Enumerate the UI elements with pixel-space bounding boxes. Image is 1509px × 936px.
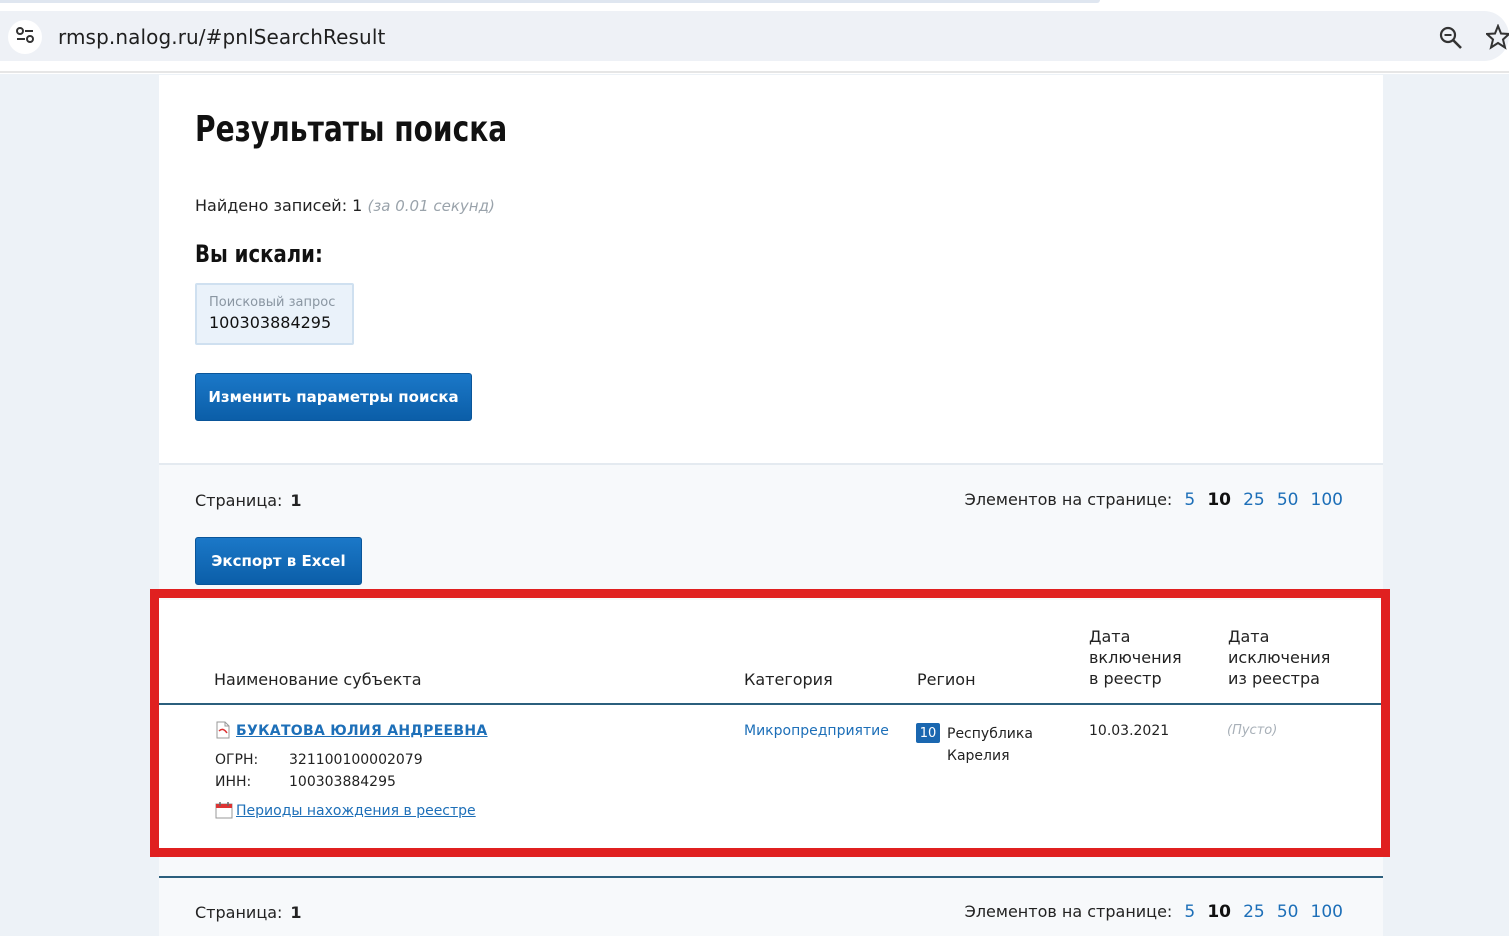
company-name-link[interactable]: БУКАТОВА ЮЛИЯ АНДРЕЕВНА bbox=[236, 723, 488, 739]
table-header-divider bbox=[159, 703, 1381, 705]
query-chip: Поисковый запрос 100303884295 bbox=[195, 283, 354, 345]
per-page-25[interactable]: 25 bbox=[1243, 490, 1265, 510]
results-area: Страница: 1 Элементов на странице: 5 10 2… bbox=[159, 463, 1383, 936]
you-searched-heading: Вы искали: bbox=[195, 240, 323, 268]
found-count: Найдено записей: 1 (за 0.01 секунд) bbox=[195, 196, 495, 215]
omnibox[interactable]: rmsp.nalog.ru/#pnlSearchResult bbox=[0, 11, 1509, 61]
pager-top: Страница: 1 bbox=[195, 491, 302, 510]
url-text[interactable]: rmsp.nalog.ru/#pnlSearchResult bbox=[58, 25, 385, 49]
page-number-bottom: 1 bbox=[290, 903, 302, 922]
pager-bottom: Страница: 1 bbox=[195, 903, 302, 922]
page-label: Страница: bbox=[195, 491, 283, 510]
per-page-50-bottom[interactable]: 50 bbox=[1277, 902, 1299, 922]
region-line-1: Республика bbox=[947, 726, 1033, 742]
th-region[interactable]: Регион bbox=[917, 669, 976, 690]
per-page-5-bottom[interactable]: 5 bbox=[1184, 902, 1195, 922]
change-search-button[interactable]: Изменить параметры поиска bbox=[195, 373, 472, 421]
found-label: Найдено записей: 1 bbox=[195, 196, 363, 215]
th-date-out[interactable]: Дата исключения из реестра bbox=[1228, 626, 1330, 689]
per-page-5[interactable]: 5 bbox=[1184, 490, 1195, 510]
th-date-out-3: из реестра bbox=[1228, 669, 1320, 688]
per-page-top: Элементов на странице: 5 10 25 50 100 bbox=[965, 490, 1343, 510]
region-line-2: Карелия bbox=[947, 748, 1010, 764]
registry-periods-link[interactable]: Периоды нахождения в реестре bbox=[236, 803, 476, 819]
per-page-label-bottom: Элементов на странице: bbox=[964, 902, 1173, 921]
query-value: 100303884295 bbox=[209, 313, 332, 332]
th-date-in-1: Дата bbox=[1089, 627, 1131, 646]
query-label: Поисковый запрос bbox=[209, 295, 336, 310]
inn-row: ИНН: 100303884295 bbox=[215, 774, 396, 790]
table-bottom-divider bbox=[159, 876, 1383, 878]
ogrn-label: ОГРН: bbox=[215, 752, 259, 768]
region-name: Республика Карелия bbox=[947, 723, 1047, 767]
th-date-in[interactable]: Дата включения в реестр bbox=[1089, 626, 1182, 689]
bookmark-star-icon[interactable] bbox=[1484, 23, 1509, 54]
inn-value: 100303884295 bbox=[289, 774, 396, 790]
th-name[interactable]: Наименование субъекта bbox=[214, 669, 422, 690]
export-excel-button[interactable]: Экспорт в Excel bbox=[195, 537, 362, 585]
category-link[interactable]: Микропредприятие bbox=[744, 723, 889, 739]
per-page-25-bottom[interactable]: 25 bbox=[1243, 902, 1265, 922]
th-category[interactable]: Категория bbox=[744, 669, 833, 690]
per-page-100-bottom[interactable]: 100 bbox=[1311, 902, 1343, 922]
date-included: 10.03.2021 bbox=[1089, 723, 1170, 739]
per-page-50[interactable]: 50 bbox=[1277, 490, 1299, 510]
document-icon bbox=[215, 721, 231, 743]
per-page-label: Элементов на странице: bbox=[964, 490, 1173, 509]
calendar-icon bbox=[215, 801, 233, 823]
results-table: Наименование субъекта Категория Регион Д… bbox=[159, 600, 1381, 850]
search-result-panel: Результаты поиска Найдено записей: 1 (за… bbox=[159, 75, 1383, 936]
th-date-out-1: Дата bbox=[1228, 627, 1270, 646]
browser-tabstrip bbox=[0, 0, 1509, 10]
page-label-bottom: Страница: bbox=[195, 903, 283, 922]
tune-icon bbox=[15, 25, 35, 49]
toolbar-divider bbox=[0, 62, 1509, 74]
per-page-bottom: Элементов на странице: 5 10 25 50 100 bbox=[965, 902, 1343, 922]
inn-label: ИНН: bbox=[215, 774, 252, 790]
site-settings-button[interactable] bbox=[8, 20, 42, 54]
per-page-10-bottom[interactable]: 10 bbox=[1207, 902, 1231, 922]
page-title: Результаты поиска bbox=[195, 109, 508, 150]
found-time: (за 0.01 секунд) bbox=[367, 197, 495, 215]
ogrn-value: 321100100002079 bbox=[289, 752, 423, 768]
zoom-icon[interactable] bbox=[1438, 25, 1464, 55]
th-date-in-3: в реестр bbox=[1089, 669, 1162, 688]
browser-toolbar: rmsp.nalog.ru/#pnlSearchResult bbox=[0, 10, 1509, 62]
per-page-10[interactable]: 10 bbox=[1207, 490, 1231, 510]
ogrn-row: ОГРН: 321100100002079 bbox=[215, 752, 423, 768]
th-date-in-2: включения bbox=[1089, 648, 1182, 667]
date-excluded: (Пусто) bbox=[1227, 723, 1278, 738]
per-page-100[interactable]: 100 bbox=[1311, 490, 1343, 510]
th-date-out-2: исключения bbox=[1228, 648, 1331, 667]
region-code-badge: 10 bbox=[916, 723, 940, 743]
page-number: 1 bbox=[290, 491, 302, 510]
tab-underline bbox=[0, 0, 1100, 3]
